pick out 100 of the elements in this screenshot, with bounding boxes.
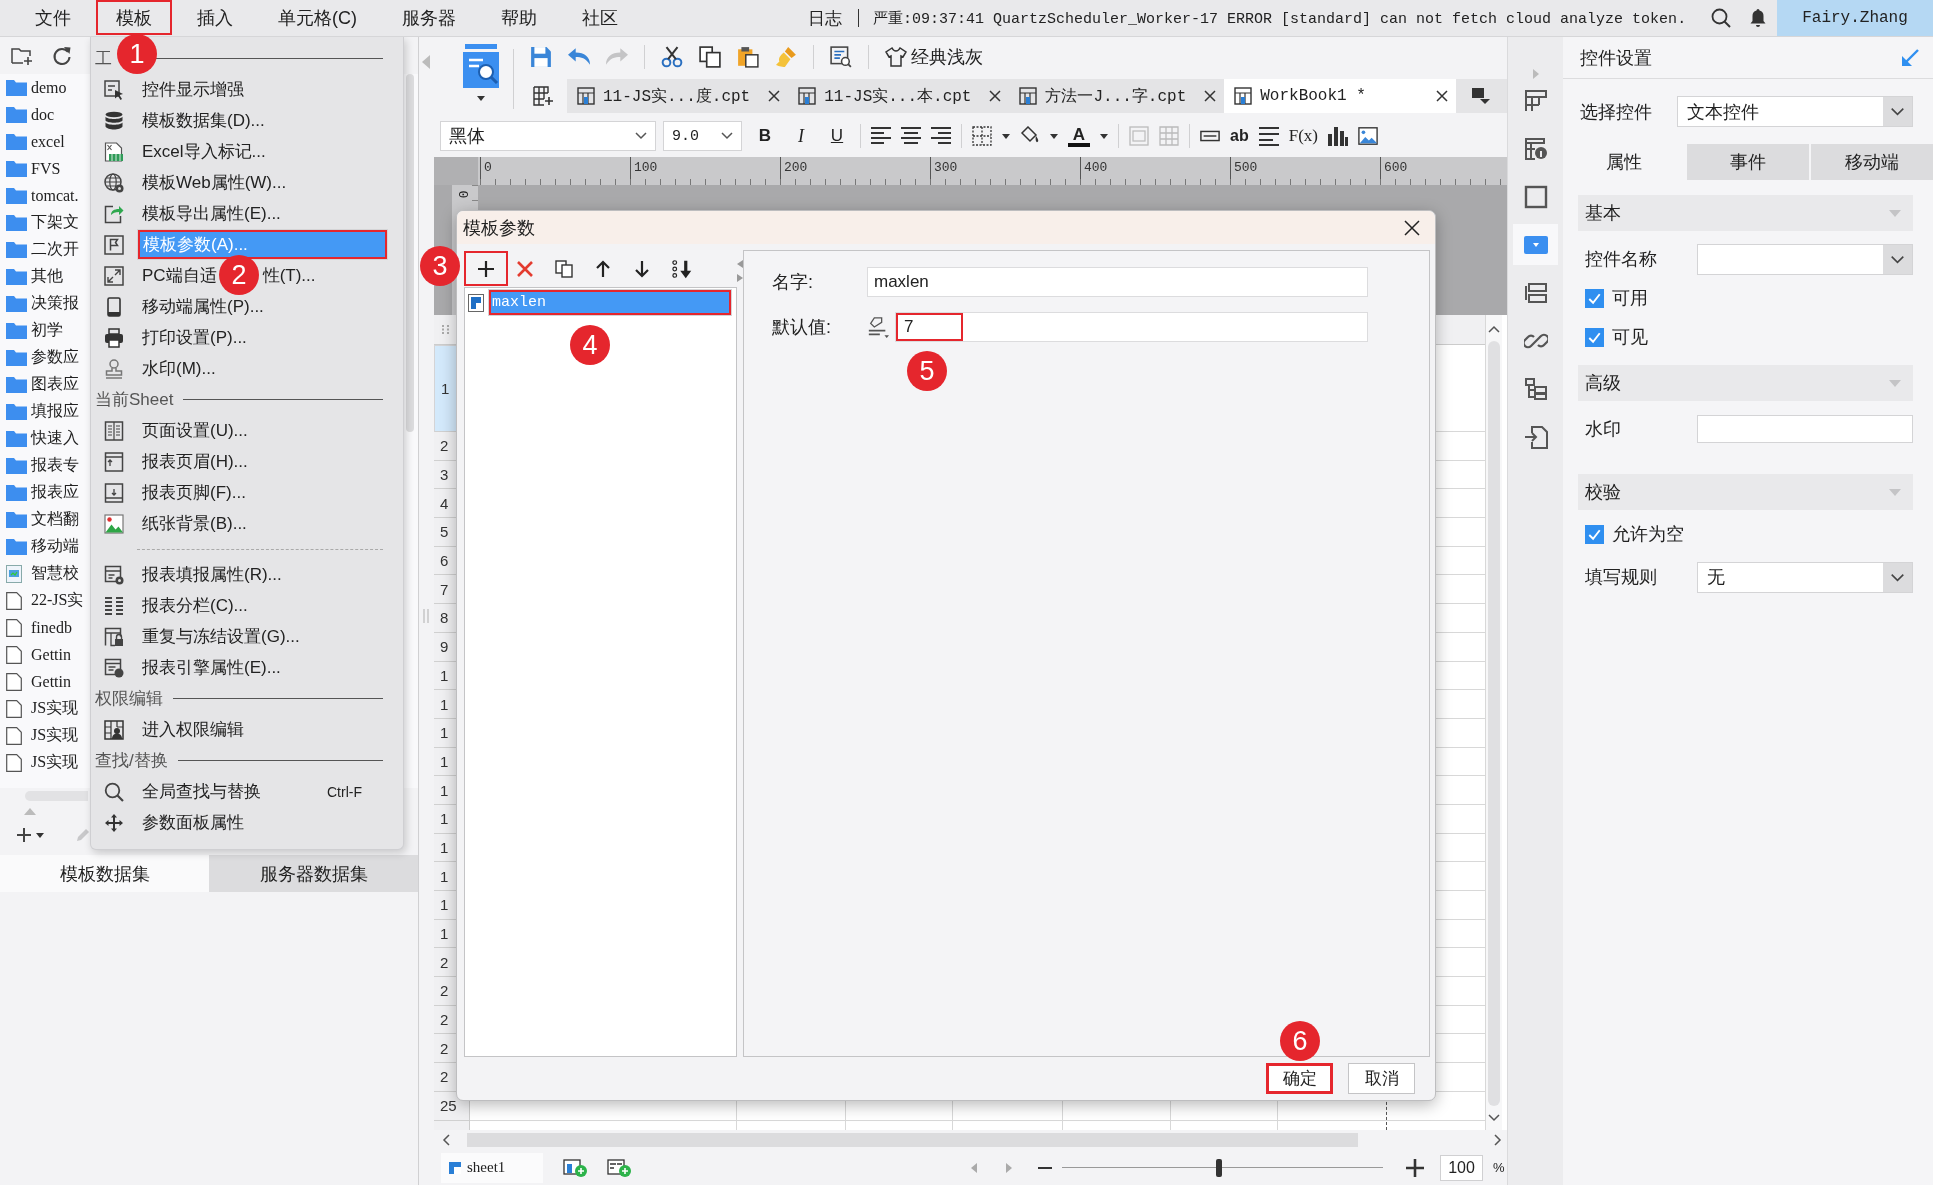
menu-item[interactable]: 纸张背景(B)... xyxy=(137,508,388,539)
add-button[interactable] xyxy=(464,251,508,286)
name-field[interactable]: maxlen xyxy=(867,267,1368,297)
menu-item[interactable]: 帮助 xyxy=(481,0,557,35)
menu-item[interactable]: 报表填报属性(R)... xyxy=(137,559,388,590)
text-lines-icon[interactable] xyxy=(1258,126,1279,146)
menu-item[interactable]: 服务器 xyxy=(382,0,476,35)
menu-item[interactable]: 报表页脚(F)... xyxy=(137,477,388,508)
zoom-out-icon[interactable] xyxy=(1038,1166,1052,1169)
add-dashboard-sheet-icon[interactable] xyxy=(607,1158,631,1177)
scroll-up-icon[interactable] xyxy=(1488,325,1500,333)
scroll-left-icon[interactable] xyxy=(442,1134,450,1146)
tree-item[interactable]: 初学 xyxy=(0,317,88,344)
tree-item[interactable]: finedb xyxy=(0,614,88,641)
menu-item[interactable]: 重复与冻结设置(G)... xyxy=(137,621,388,652)
scroll-down-icon[interactable] xyxy=(1488,1114,1500,1122)
formula-button[interactable]: F(x) xyxy=(1288,122,1318,150)
bold-button[interactable]: B xyxy=(752,122,778,150)
scrollbar-thumb[interactable] xyxy=(406,74,414,432)
align-left-icon[interactable] xyxy=(871,126,891,146)
scissors-icon[interactable] xyxy=(661,46,683,68)
italic-button[interactable]: I xyxy=(788,122,814,150)
splitter-grip-icon[interactable] xyxy=(423,609,429,623)
log-label[interactable]: 日志 xyxy=(808,6,842,30)
tree-item[interactable]: 下架文 xyxy=(0,209,88,236)
menu-item[interactable]: 报表页眉(H)... xyxy=(137,446,388,477)
font-size-select[interactable]: 9.0 xyxy=(663,121,742,151)
align-center-icon[interactable] xyxy=(901,126,921,146)
menu-item[interactable]: 模板 xyxy=(96,0,172,35)
tree-item[interactable]: FVS xyxy=(0,155,88,182)
chevron-down-icon[interactable] xyxy=(1883,97,1912,126)
section-header[interactable]: 校验 xyxy=(1578,474,1913,510)
section-header[interactable]: 高级 xyxy=(1578,365,1913,401)
close-icon[interactable] xyxy=(1435,90,1448,102)
merge-cells-icon[interactable] xyxy=(1129,126,1149,146)
panel-tab[interactable]: 移动端 xyxy=(1811,144,1933,180)
widget-type-select[interactable]: 文本控件 xyxy=(1677,96,1913,127)
image-icon[interactable] xyxy=(1357,126,1378,146)
tree-item[interactable]: 报表专 xyxy=(0,452,88,479)
tree-item[interactable]: 移动端 xyxy=(0,533,88,560)
preview-report-icon[interactable] xyxy=(461,44,500,90)
combo-field[interactable] xyxy=(1697,243,1913,275)
align-right-icon[interactable] xyxy=(931,126,951,146)
tree-item[interactable]: 图表应 xyxy=(0,371,88,398)
menu-item[interactable]: 文件 xyxy=(15,0,91,35)
menu-item[interactable]: 参数面板属性 xyxy=(137,807,388,838)
dataset-tab[interactable]: 模板数据集 xyxy=(0,855,209,892)
document-tab[interactable]: 方法一J...字.cpt xyxy=(1009,79,1225,113)
tree-item[interactable]: 22-JS实 xyxy=(0,587,88,614)
section-header[interactable]: 基本 xyxy=(1578,195,1913,231)
menu-item[interactable]: 页面设置(U)... xyxy=(137,415,388,446)
document-tab[interactable]: 11-JS实...本.cpt xyxy=(788,79,1010,113)
bar-chart-icon[interactable] xyxy=(1327,126,1348,146)
menu-item[interactable]: 打印设置(P)... xyxy=(137,322,388,353)
tree-item[interactable]: 二次开 xyxy=(0,236,88,263)
user-name[interactable]: Fairy.Zhang xyxy=(1777,0,1933,36)
text-control-button[interactable]: ab xyxy=(1230,122,1249,150)
tree-item[interactable]: 快速入 xyxy=(0,425,88,452)
tree-item[interactable]: doc xyxy=(0,101,88,128)
dataset-tab[interactable]: 服务器数据集 xyxy=(209,855,418,892)
new-sheet-icon[interactable] xyxy=(533,86,553,106)
menu-item[interactable]: 模板Web属性(W)... xyxy=(137,167,388,198)
menu-item[interactable]: 模板导出属性(E)... xyxy=(137,198,388,229)
arrow-down-icon[interactable] xyxy=(633,259,651,278)
add-report-sheet-icon[interactable] xyxy=(563,1158,587,1177)
close-icon[interactable] xyxy=(1404,219,1420,236)
tree-item[interactable]: Gettin xyxy=(0,668,88,695)
menu-item[interactable]: 插入 xyxy=(177,0,253,35)
document-tab[interactable]: 11-JS实...度.cpt xyxy=(567,79,789,113)
font-color-button[interactable]: A xyxy=(1068,125,1090,147)
copy-icon[interactable] xyxy=(555,259,573,278)
caret-down-icon[interactable] xyxy=(1002,133,1010,139)
zoom-in-icon[interactable] xyxy=(1406,1158,1424,1177)
cancel-button[interactable]: 取消 xyxy=(1348,1063,1415,1094)
drag-handle-icon[interactable] xyxy=(442,323,450,336)
splitter-arrows-icon[interactable] xyxy=(737,260,743,282)
caret-down-icon[interactable] xyxy=(476,96,485,101)
menu-item[interactable]: 报表引擎属性(E)... xyxy=(137,652,388,683)
tree-item[interactable]: JS实现 xyxy=(0,695,88,722)
checkbox[interactable] xyxy=(1585,327,1604,347)
zoom-field[interactable]: 100 xyxy=(1440,1154,1483,1181)
menu-item[interactable]: 水印(M)... xyxy=(137,353,388,384)
paste-icon[interactable] xyxy=(737,46,759,68)
input-field[interactable] xyxy=(1697,415,1913,443)
tree-item[interactable]: JS实现 xyxy=(0,722,88,749)
combo-field[interactable]: 无 xyxy=(1697,561,1913,593)
checkbox[interactable] xyxy=(1585,288,1604,308)
ok-button[interactable]: 确定 xyxy=(1266,1063,1333,1094)
chevron-down-icon[interactable] xyxy=(1883,562,1912,592)
close-icon[interactable] xyxy=(989,90,1002,102)
caret-down-icon[interactable] xyxy=(1100,133,1108,139)
tree-item[interactable]: JS实现 xyxy=(0,749,88,776)
menu-item[interactable]: 单元格(C) xyxy=(258,0,377,35)
tree-item[interactable]: demo xyxy=(0,74,88,101)
add-icon[interactable] xyxy=(16,827,32,843)
value-type-icon[interactable] xyxy=(867,316,889,338)
menu-item[interactable]: 进入权限编辑 xyxy=(137,714,388,745)
chevron-down-icon[interactable] xyxy=(1883,244,1912,274)
close-icon[interactable] xyxy=(1204,90,1217,102)
chevron-down-icon[interactable] xyxy=(721,132,733,140)
